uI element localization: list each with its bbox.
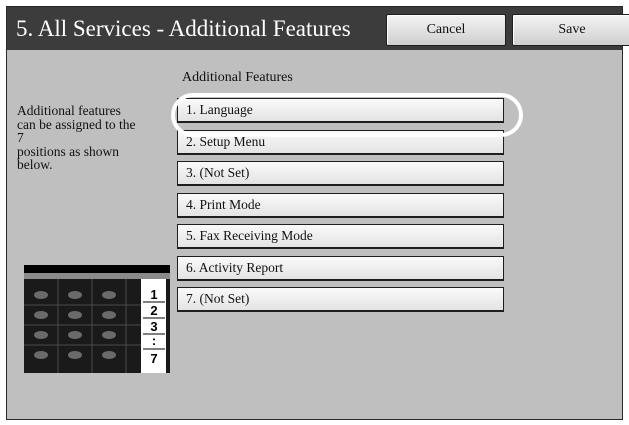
title-bar: 5. All Services - Additional Features Ca… (7, 7, 629, 50)
section-label: Additional Features (182, 70, 293, 85)
feature-item-fax-receiving-mode[interactable]: 5. Fax Receiving Mode (177, 224, 504, 249)
cancel-button[interactable]: Cancel (386, 14, 506, 46)
illus-num-7: 7 (150, 351, 157, 366)
feature-item-3[interactable]: 3. (Not Set) (177, 161, 504, 186)
feature-item-print-mode[interactable]: 4. Print Mode (177, 193, 504, 218)
feature-item-language[interactable]: 1. Language (177, 98, 504, 123)
dialog-window: 5. All Services - Additional Features Ca… (6, 6, 629, 420)
page-title: 5. All Services - Additional Features (16, 16, 351, 41)
illus-num-2: 2 (150, 303, 157, 318)
control-panel-illustration: 1 2 3 : 7 (24, 265, 170, 373)
description-text: Additional features can be assigned to t… (17, 103, 136, 172)
feature-item-setup-menu[interactable]: 2. Setup Menu (177, 130, 504, 155)
illus-num-3: 3 (150, 319, 157, 334)
illus-num-colon: : (152, 333, 156, 348)
panel-strip (24, 273, 170, 279)
feature-item-activity-report[interactable]: 6. Activity Report (177, 256, 504, 281)
panel-top-bar (24, 265, 170, 273)
feature-item-7[interactable]: 7. (Not Set) (177, 287, 504, 312)
illus-num-1: 1 (150, 287, 157, 302)
save-button[interactable]: Save (512, 14, 629, 46)
